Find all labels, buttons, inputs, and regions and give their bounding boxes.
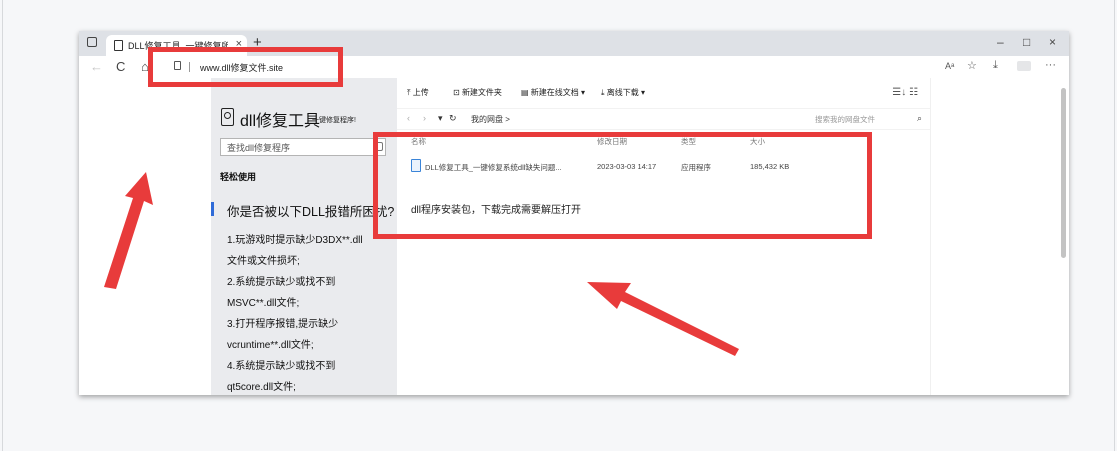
arrow-left <box>104 172 153 289</box>
arrow-center <box>587 282 739 356</box>
annotation-arrows <box>104 172 739 356</box>
